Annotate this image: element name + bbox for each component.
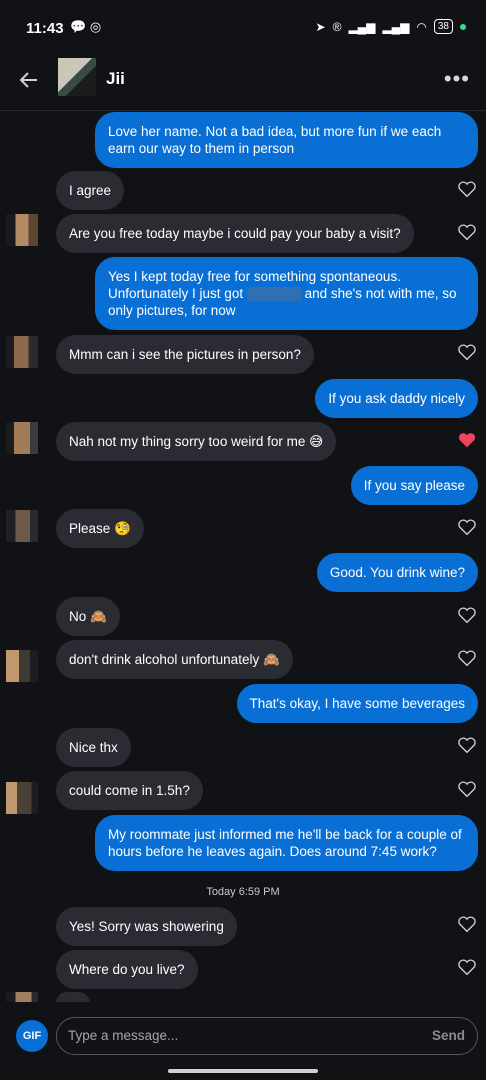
message-bubble-incoming[interactable]: No 🙈 <box>56 597 120 636</box>
message-bubble-incoming[interactable]: Yes! Sorry was showering <box>56 907 237 946</box>
privacy-dot-icon <box>460 23 466 30</box>
message-bubble-incoming[interactable]: Nah not my thing sorry too weird for me … <box>56 422 337 461</box>
contact-avatar-small <box>6 782 38 814</box>
message-bubble-incoming[interactable]: Mmm can i see the pictures in person? <box>56 335 314 374</box>
message-bubble-incoming[interactable]: I agree <box>56 171 125 210</box>
message-bubble-outgoing[interactable]: Love her name. Not a bad idea, but more … <box>95 112 478 168</box>
contact-avatar-small <box>6 336 38 368</box>
message-bubble-incoming[interactable]: Where do you live? <box>56 950 198 989</box>
status-time: 11:43 <box>26 20 64 37</box>
message-bubble-incoming[interactable]: don't drink alcohol unfortunately 🙈 <box>56 640 293 679</box>
like-heart-icon[interactable] <box>457 223 477 241</box>
message-input[interactable]: Type a message... Send <box>56 1017 478 1055</box>
message-bubble-incoming[interactable]: Are you free today maybe i could pay you… <box>56 214 414 253</box>
message-bubble-outgoing[interactable]: My roommate just informed me he'll be ba… <box>95 815 478 871</box>
conversation-header: Jii ••• <box>0 58 486 111</box>
contact-avatar-small <box>6 992 38 1002</box>
message-bubble-outgoing[interactable]: If you say please <box>350 466 478 505</box>
status-icons: ➤ ® ▂▄▆ ▂▄▆ ◠ 38 <box>316 19 466 34</box>
redacted-content <box>246 287 301 302</box>
like-heart-icon[interactable] <box>457 518 477 536</box>
contact-avatar-small <box>6 214 38 246</box>
contact-name[interactable]: Jii <box>106 69 125 89</box>
message-composer: GIF Type a message... Send <box>0 1010 486 1064</box>
message-timestamp: Today 6:59 PM <box>206 886 280 898</box>
like-heart-icon[interactable] <box>457 606 477 624</box>
signal-icon: ▂▄▆ <box>348 19 376 34</box>
home-indicator[interactable] <box>168 1069 318 1073</box>
battery-icon: 38 <box>433 19 453 34</box>
more-options-icon[interactable]: ••• <box>444 66 470 92</box>
like-heart-icon[interactable] <box>457 736 477 754</box>
back-arrow-icon[interactable] <box>17 68 41 92</box>
message-notification-icon: 💬 <box>70 19 87 34</box>
registered-icon: ® <box>332 19 342 34</box>
message-bubble-incoming-partial[interactable] <box>56 992 90 1002</box>
contact-avatar[interactable] <box>58 58 96 96</box>
message-bubble-outgoing[interactable]: Good. You drink wine? <box>316 553 478 592</box>
gif-button[interactable]: GIF <box>16 1020 48 1052</box>
message-bubble-outgoing[interactable]: Yes I kept today free for something spon… <box>95 257 478 330</box>
message-list[interactable]: Love her name. Not a bad idea, but more … <box>0 110 486 1002</box>
location-icon: ➤ <box>315 19 326 34</box>
wifi-icon: ◠ <box>416 19 427 34</box>
status-bar: 11:43 💬 ◎ ➤ ® ▂▄▆ ▂▄▆ ◠ 38 <box>0 0 486 58</box>
whatsapp-icon: ◎ <box>89 19 102 34</box>
contact-avatar-small <box>6 650 38 682</box>
liked-heart-icon[interactable] <box>457 431 477 449</box>
message-bubble-outgoing[interactable]: If you ask daddy nicely <box>315 379 478 418</box>
like-heart-icon[interactable] <box>457 780 477 798</box>
signal-icon-2: ▂▄▆ <box>382 19 410 34</box>
like-heart-icon[interactable] <box>457 343 477 361</box>
notification-icons: 💬 ◎ <box>70 19 101 35</box>
like-heart-icon[interactable] <box>457 649 477 667</box>
message-bubble-outgoing[interactable]: That's okay, I have some beverages <box>236 684 478 723</box>
like-heart-icon[interactable] <box>457 958 477 976</box>
message-bubble-incoming[interactable]: could come in 1.5h? <box>56 771 203 810</box>
send-button[interactable]: Send <box>432 1028 465 1043</box>
like-heart-icon[interactable] <box>457 180 477 198</box>
message-bubble-incoming[interactable]: Nice thx <box>56 728 131 767</box>
contact-avatar-small <box>6 510 38 542</box>
contact-avatar-small <box>6 422 38 454</box>
message-input-placeholder: Type a message... <box>68 1028 179 1043</box>
like-heart-icon[interactable] <box>457 915 477 933</box>
message-bubble-incoming[interactable]: Please 🧐 <box>56 509 144 548</box>
